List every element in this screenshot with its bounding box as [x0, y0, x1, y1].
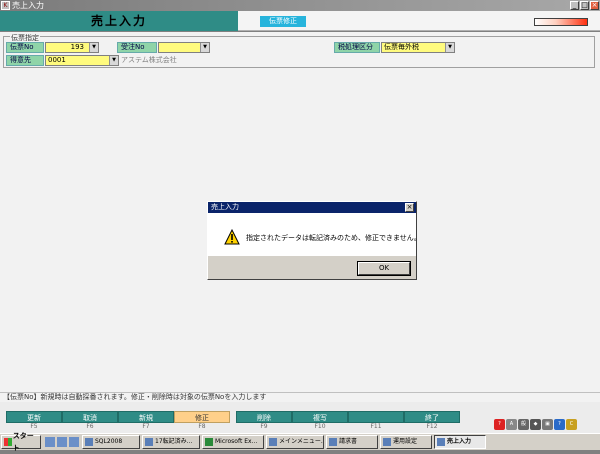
fkey-label — [348, 411, 404, 423]
taskbar: スタート SQL2008 17転記済み... Microsoft Ex... メ… — [0, 432, 600, 452]
app-icon: K — [1, 1, 10, 10]
fkey-label: 終了 — [404, 411, 460, 423]
fkey-f9[interactable]: 削除 F9 — [236, 411, 292, 432]
dialog-body: 指定されたデータは転記済みのため、修正できません。 — [208, 213, 421, 256]
quick-launch — [45, 437, 79, 447]
customer-label: 得意先 — [6, 55, 44, 66]
window-title: 売上入力 — [12, 1, 44, 10]
taskbar-item-active[interactable]: 売上入力 — [434, 435, 486, 449]
dialog-title: 売上入力 — [211, 203, 239, 211]
fkey-f6[interactable]: 取消 F6 — [62, 411, 118, 432]
fkey-label: 取消 — [62, 411, 118, 423]
fkey-label: 削除 — [236, 411, 292, 423]
pad-icon[interactable]: ▣ — [542, 418, 553, 430]
taskbar-item[interactable]: SQL2008 — [82, 435, 140, 449]
dialog-message: 指定されたデータは転記済みのため、修正できません。 — [246, 234, 421, 242]
windows-logo-icon — [4, 438, 12, 446]
tax-value: 伝票毎外税 — [384, 43, 419, 51]
order-no-label: 受注No — [117, 42, 157, 53]
group-label: 伝票指定 — [10, 34, 40, 42]
message-dialog: 売上入力 × 指定されたデータは転記済みのため、修正できません。 OK — [207, 201, 421, 280]
slip-no-field[interactable]: 193 ▼ — [45, 42, 99, 53]
slip-no-value: 193 — [70, 43, 84, 51]
fkey-number: F9 — [260, 423, 268, 430]
fkey-number: F11 — [370, 423, 382, 430]
fkey-f7[interactable]: 新規 F7 — [118, 411, 174, 432]
taskbar-item[interactable]: 17転記済み... — [142, 435, 200, 449]
window-titlebar: K 売上入力 _ □ × — [0, 0, 600, 11]
taskbar-item-label: 17転記済み... — [155, 438, 193, 445]
chevron-down-icon[interactable]: ▼ — [445, 43, 454, 52]
fkey-f10[interactable]: 複写 F10 — [292, 411, 348, 432]
fkey-label: 更新 — [6, 411, 62, 423]
fkey-number: F12 — [426, 423, 438, 430]
warning-icon — [224, 229, 240, 245]
taskbar-item-label: 運用設定 — [393, 438, 418, 445]
taskbar-item[interactable]: 請求書 — [326, 435, 378, 449]
customer-field[interactable]: 0001 ▼ — [45, 55, 119, 66]
close-icon[interactable]: × — [590, 1, 599, 10]
excel-icon — [205, 438, 213, 446]
app-icon — [329, 438, 337, 446]
screen: K 売上入力 _ □ × 売上入力 伝票修正 伝票指定 伝票No 193 ▼ 受… — [0, 0, 600, 452]
fkey-label: 修正 — [174, 411, 230, 423]
taskbar-item-label: メインメニュー... — [279, 438, 324, 445]
progress-meter — [534, 18, 588, 26]
fkey-number: F10 — [314, 423, 326, 430]
desktop-icon[interactable] — [45, 437, 55, 447]
fkey-f8[interactable]: 修正 F8 — [174, 411, 230, 432]
page-title: 売上入力 — [0, 11, 238, 31]
ime-mode-icon[interactable]: A — [506, 418, 517, 430]
chevron-down-icon[interactable]: ▼ — [200, 43, 209, 52]
minimize-icon[interactable]: _ — [570, 1, 579, 10]
taskbar-item[interactable]: 運用設定 — [380, 435, 432, 449]
app-icon — [269, 438, 277, 446]
fkey-number: F7 — [142, 423, 150, 430]
chevron-down-icon[interactable]: ▼ — [109, 56, 118, 65]
customer-name: アステム株式会社 — [121, 56, 177, 64]
help-circle-icon[interactable]: ? — [554, 418, 565, 430]
app-icon — [383, 438, 391, 446]
ime-toolbar: ? A 般 ◆ ▣ ? C — [492, 416, 600, 432]
kana-icon[interactable]: 般 — [518, 418, 529, 430]
fkey-number: F6 — [86, 423, 94, 430]
fkey-label: 新規 — [118, 411, 174, 423]
caps-icon[interactable]: C — [566, 418, 577, 430]
fkey-number: F8 — [198, 423, 206, 430]
start-button[interactable]: スタート — [1, 432, 41, 452]
chevron-down-icon[interactable]: ▼ — [89, 43, 98, 52]
mode-badge: 伝票修正 — [260, 16, 306, 27]
tax-field[interactable]: 伝票毎外税 ▼ — [381, 42, 455, 53]
taskbar-item-label: 売上入力 — [447, 438, 472, 445]
app-icon — [437, 438, 445, 446]
status-line: 【伝票No】新規時は自動採番されます。修正・削除時は対象の伝票Noを入力します — [0, 392, 600, 402]
app-header: 売上入力 伝票修正 — [0, 11, 600, 31]
fkey-f11[interactable]: F11 — [348, 411, 404, 432]
slip-no-label: 伝票No — [6, 42, 44, 53]
close-icon[interactable]: × — [405, 203, 414, 212]
customer-code: 0001 — [48, 56, 66, 64]
ok-button[interactable]: OK — [357, 261, 411, 276]
folder-icon — [145, 438, 153, 446]
ie-icon[interactable] — [57, 437, 67, 447]
taskbar-item-label: SQL2008 — [95, 438, 123, 445]
tax-label: 税処理区分 — [334, 42, 380, 53]
taskbar-item[interactable]: メインメニュー... — [266, 435, 324, 449]
start-label: スタート — [12, 432, 34, 452]
maximize-icon[interactable]: □ — [580, 1, 589, 10]
fkey-f12[interactable]: 終了 F12 — [404, 411, 460, 432]
help-icon[interactable]: ? — [494, 418, 505, 430]
taskbar-item-label: 請求書 — [339, 438, 358, 445]
taskbar-item[interactable]: Microsoft Ex... — [202, 435, 264, 449]
explorer-icon[interactable] — [69, 437, 79, 447]
window-buttons: _ □ × — [570, 1, 599, 10]
slip-group: 伝票指定 伝票No 193 ▼ 受注No ▼ 税処理区分 伝票毎外税 ▼ 得意先… — [3, 34, 595, 68]
fkey-label: 複写 — [292, 411, 348, 423]
taskbar-item-label: Microsoft Ex... — [215, 438, 258, 445]
dialog-titlebar: 売上入力 × — [208, 202, 416, 213]
settings-icon[interactable]: ◆ — [530, 418, 541, 430]
app-icon — [85, 438, 93, 446]
order-no-field[interactable]: ▼ — [158, 42, 210, 53]
fkey-f5[interactable]: 更新 F5 — [6, 411, 62, 432]
